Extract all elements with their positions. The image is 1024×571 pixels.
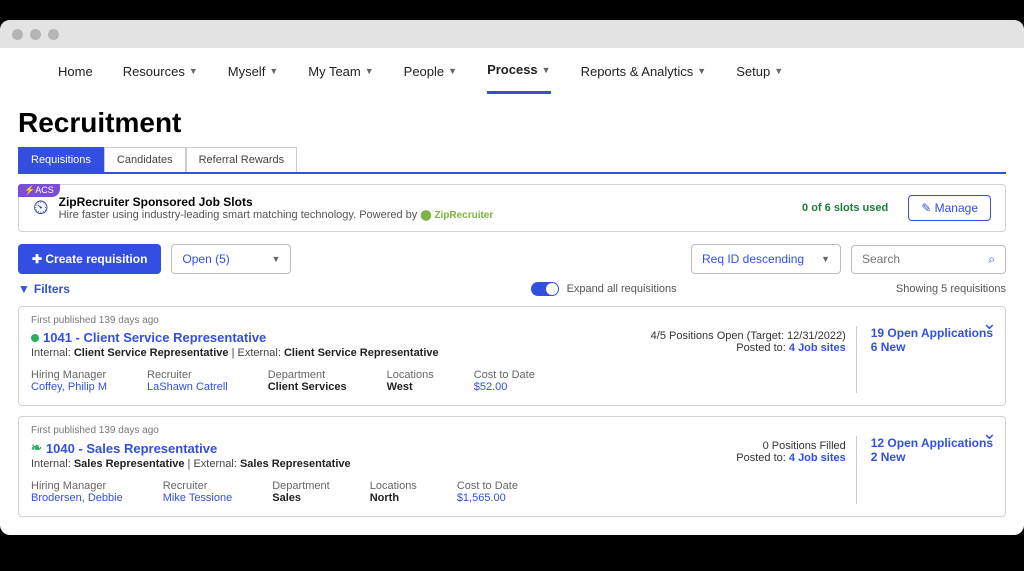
dept-value: Client Services <box>268 381 347 393</box>
search-icon: ⌕ <box>988 252 995 267</box>
internal-external: Internal: Sales Representative | Externa… <box>31 458 351 470</box>
hiring-manager-link[interactable]: Coffey, Philip M <box>31 381 107 393</box>
stats-box: 19 Open Applications 6 New <box>856 326 993 393</box>
nav-myteam[interactable]: My Team▼ <box>308 62 373 94</box>
collapse-icon[interactable]: ⌄ <box>982 423 997 444</box>
filters-button[interactable]: ▼Filters <box>18 282 70 296</box>
cost-label: Cost to Date <box>457 480 518 492</box>
card-age: First published 139 days ago <box>31 315 993 326</box>
tab-requisitions[interactable]: Requisitions <box>18 147 104 172</box>
manage-button[interactable]: ✎ Manage <box>908 195 991 221</box>
leaf-icon: ❧ <box>31 440 42 456</box>
job-sites-link[interactable]: 4 Job sites <box>789 342 846 354</box>
tab-bar: Requisitions Candidates Referral Rewards <box>18 147 1006 174</box>
loc-value: North <box>370 492 417 504</box>
page-title: Recruitment <box>18 107 1006 139</box>
loc-label: Locations <box>370 480 417 492</box>
requisition-card: ⌄ First published 139 days ago 1041 - Cl… <box>18 306 1006 406</box>
nav-home[interactable]: Home <box>58 62 93 94</box>
search-input[interactable] <box>862 252 972 266</box>
subbar: ▼Filters Expand all requisitions Showing… <box>18 282 1006 296</box>
posted-to: Posted to: 4 Job sites <box>651 342 846 354</box>
loc-label: Locations <box>387 369 434 381</box>
rec-label: Recruiter <box>163 480 233 492</box>
window-dot <box>30 29 41 40</box>
chevron-down-icon: ▼ <box>189 66 198 76</box>
posted-to: Posted to: 4 Job sites <box>736 452 845 464</box>
hiring-manager-link[interactable]: Brodersen, Debbie <box>31 492 123 504</box>
tab-candidates[interactable]: Candidates <box>104 147 186 172</box>
chevron-down-icon: ▼ <box>448 66 457 76</box>
banner-title: ZipRecruiter Sponsored Job Slots <box>59 195 792 209</box>
dept-label: Department <box>272 480 329 492</box>
open-apps-link[interactable]: 12 Open Applications <box>871 436 993 450</box>
dept-value: Sales <box>272 492 329 504</box>
nav-process[interactable]: Process▼ <box>487 62 551 94</box>
cost-value: $1,565.00 <box>457 492 518 504</box>
nav-reports[interactable]: Reports & Analytics▼ <box>581 62 707 94</box>
rec-label: Recruiter <box>147 369 228 381</box>
banner-subtitle: Hire faster using industry-leading smart… <box>59 209 792 221</box>
hm-label: Hiring Manager <box>31 369 107 381</box>
dept-label: Department <box>268 369 347 381</box>
requisition-title[interactable]: 1041 - Client Service Representative <box>31 330 439 345</box>
nav-setup[interactable]: Setup▼ <box>736 62 783 94</box>
showing-count: Showing 5 requisitions <box>677 283 1006 295</box>
nav-resources[interactable]: Resources▼ <box>123 62 198 94</box>
acs-badge: ⚡ACS <box>18 184 60 197</box>
cost-label: Cost to Date <box>474 369 535 381</box>
nav-people[interactable]: People▼ <box>404 62 457 94</box>
create-requisition-button[interactable]: ✚ Create requisition <box>18 244 161 274</box>
chevron-down-icon: ▼ <box>542 65 551 75</box>
requisition-card: ⌄ First published 139 days ago ❧1040 - S… <box>18 416 1006 517</box>
ziprecruiter-logo: ⬤ ZipRecruiter <box>420 210 493 221</box>
app-window: Home Resources▼ Myself▼ My Team▼ People▼… <box>0 20 1024 535</box>
recruiter-link[interactable]: LaShawn Catrell <box>147 381 228 393</box>
recruiter-link[interactable]: Mike Tessione <box>163 492 233 504</box>
search-box[interactable]: ⌕ <box>851 245 1006 274</box>
new-apps-link[interactable]: 2 New <box>871 450 993 464</box>
chevron-down-icon: ▼ <box>697 66 706 76</box>
window-titlebar <box>0 20 1024 48</box>
expand-toggle[interactable] <box>531 282 559 296</box>
nav-myself[interactable]: Myself▼ <box>228 62 278 94</box>
collapse-icon[interactable]: ⌄ <box>982 313 997 334</box>
chevron-down-icon: ▼ <box>365 66 374 76</box>
chevron-down-icon: ▼ <box>272 254 281 264</box>
chevron-down-icon: ▼ <box>269 66 278 76</box>
filter-icon: ▼ <box>18 282 30 296</box>
chevron-down-icon: ▼ <box>821 254 830 264</box>
expand-label: Expand all requisitions <box>567 283 677 295</box>
stats-box: 12 Open Applications 2 New <box>856 436 993 504</box>
requisition-title[interactable]: ❧1040 - Sales Representative <box>31 440 351 456</box>
toolbar: ✚ Create requisition Open (5)▼ Req ID de… <box>18 244 1006 274</box>
job-sites-link[interactable]: 4 Job sites <box>789 452 846 464</box>
window-dot <box>48 29 59 40</box>
tab-referral[interactable]: Referral Rewards <box>186 147 298 172</box>
main-nav: Home Resources▼ Myself▼ My Team▼ People▼… <box>18 48 1006 95</box>
loc-value: West <box>387 381 434 393</box>
open-apps-link[interactable]: 19 Open Applications <box>871 326 993 340</box>
status-filter-select[interactable]: Open (5)▼ <box>171 244 291 274</box>
status-dot-icon <box>31 334 39 342</box>
positions-filled: 0 Positions Filled <box>736 440 845 452</box>
slots-used: 0 of 6 slots used <box>802 202 888 214</box>
positions-open: 4/5 Positions Open (Target: 12/31/2022) <box>651 330 846 342</box>
chevron-down-icon: ▼ <box>774 66 783 76</box>
window-dot <box>12 29 23 40</box>
hm-label: Hiring Manager <box>31 480 123 492</box>
internal-external: Internal: Client Service Representative … <box>31 347 439 359</box>
zip-banner: ⚡ACS ⏲ ZipRecruiter Sponsored Job Slots … <box>18 184 1006 232</box>
cost-value: $52.00 <box>474 381 535 393</box>
gauge-icon: ⏲ <box>33 197 49 220</box>
new-apps-link[interactable]: 6 New <box>871 340 993 354</box>
sort-select[interactable]: Req ID descending▼ <box>691 244 841 274</box>
card-age: First published 139 days ago <box>31 425 993 436</box>
